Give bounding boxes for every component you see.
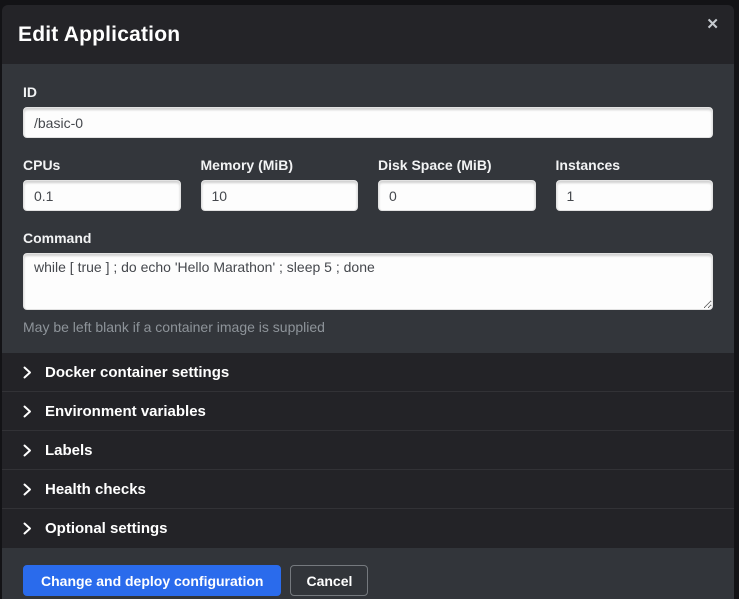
section-label: Docker container settings	[45, 364, 229, 381]
cpus-field-group: CPUs	[23, 157, 181, 211]
section-health-checks[interactable]: Health checks	[2, 470, 734, 509]
command-field-group: Command while [ true ] ; do echo 'Hello …	[23, 230, 713, 335]
chevron-right-icon	[23, 444, 32, 457]
modal-body: ID CPUs Memory (MiB) Disk Space (MiB) In…	[2, 64, 734, 353]
modal-title: Edit Application	[18, 23, 180, 47]
section-optional-settings[interactable]: Optional settings	[2, 509, 734, 548]
command-help-text: May be left blank if a container image i…	[23, 319, 713, 335]
section-docker-container-settings[interactable]: Docker container settings	[2, 353, 734, 392]
accordion-sections: Docker container settings Environment va…	[2, 353, 734, 548]
cpus-label: CPUs	[23, 157, 181, 173]
instances-label: Instances	[556, 157, 714, 173]
id-input[interactable]	[23, 107, 713, 138]
disk-label: Disk Space (MiB)	[378, 157, 536, 173]
chevron-right-icon	[23, 405, 32, 418]
id-field-group: ID	[23, 84, 713, 138]
modal-footer: Change and deploy configuration Cancel	[2, 548, 734, 599]
section-environment-variables[interactable]: Environment variables	[2, 392, 734, 431]
memory-label: Memory (MiB)	[201, 157, 359, 173]
edit-application-modal: Edit Application ✕ ID CPUs Memory (MiB) …	[2, 5, 734, 599]
instances-field-group: Instances	[556, 157, 714, 211]
memory-field-group: Memory (MiB)	[201, 157, 359, 211]
section-label: Labels	[45, 442, 93, 459]
cpus-input[interactable]	[23, 180, 181, 211]
disk-input[interactable]	[378, 180, 536, 211]
chevron-right-icon	[23, 366, 32, 379]
command-label: Command	[23, 230, 713, 246]
disk-field-group: Disk Space (MiB)	[378, 157, 536, 211]
section-label: Optional settings	[45, 520, 168, 537]
cancel-button[interactable]: Cancel	[290, 565, 368, 596]
close-icon[interactable]: ✕	[706, 17, 719, 32]
modal-header: Edit Application ✕	[2, 5, 734, 64]
chevron-right-icon	[23, 483, 32, 496]
command-textarea[interactable]: while [ true ] ; do echo 'Hello Marathon…	[23, 253, 713, 310]
id-label: ID	[23, 84, 713, 100]
section-label: Health checks	[45, 481, 146, 498]
instances-input[interactable]	[556, 180, 714, 211]
change-and-deploy-button[interactable]: Change and deploy configuration	[23, 565, 281, 596]
chevron-right-icon	[23, 522, 32, 535]
section-labels[interactable]: Labels	[2, 431, 734, 470]
resources-row: CPUs Memory (MiB) Disk Space (MiB) Insta…	[23, 157, 713, 211]
section-label: Environment variables	[45, 403, 206, 420]
memory-input[interactable]	[201, 180, 359, 211]
